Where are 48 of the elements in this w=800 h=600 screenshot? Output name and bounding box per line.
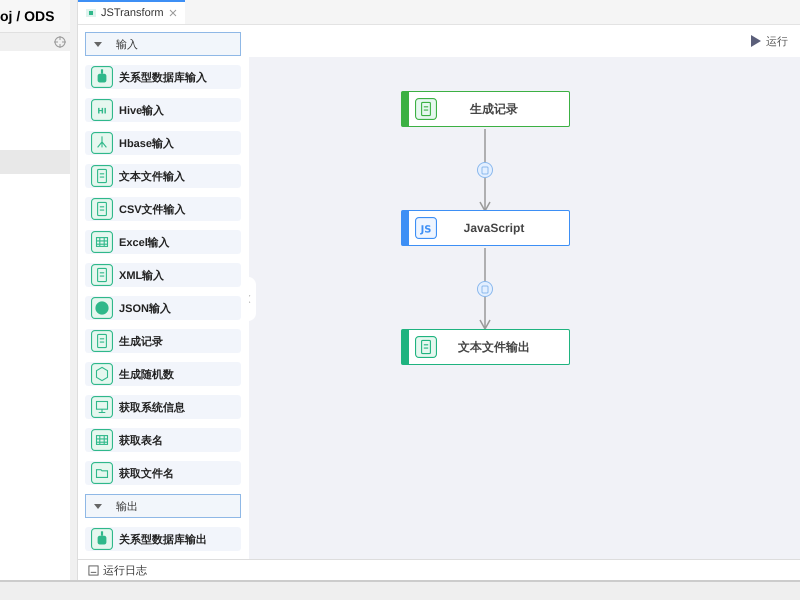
group-header[interactable]: 输入 — [85, 32, 241, 56]
flow-node[interactable]: 文本文件输出 — [401, 329, 570, 365]
palette-item[interactable]: JSON输入 — [85, 296, 241, 320]
monitor-icon — [91, 396, 113, 418]
database-icon — [91, 528, 113, 550]
tab[interactable]: JSTransform — [78, 0, 185, 24]
document-icon — [91, 165, 113, 187]
run-button[interactable]: 运行 — [751, 34, 788, 48]
flow-node[interactable]: JS JavaScript — [401, 210, 570, 246]
table-icon — [91, 231, 113, 253]
caret-icon — [94, 504, 102, 508]
project-title: oj / ODS — [0, 0, 70, 32]
palette-item[interactable]: 生成记录 — [85, 329, 241, 353]
log-tab[interactable]: 运行日志 — [103, 562, 147, 578]
file-icon — [91, 198, 113, 220]
tab-label: JSTransform — [101, 7, 164, 19]
palette-item[interactable]: 关系型数据库输出 — [85, 527, 241, 551]
palette-item[interactable]: CSV文件输入 — [85, 197, 241, 221]
flow-node[interactable]: 生成记录 — [401, 91, 570, 127]
file-icon — [86, 9, 96, 17]
records-icon — [91, 330, 113, 352]
palette-item[interactable]: 关系型数据库输入 — [85, 65, 241, 89]
palette-item[interactable]: 获取系统信息 — [85, 395, 241, 419]
tree-icon — [91, 132, 113, 154]
palette-item[interactable]: Excel输入 — [85, 230, 241, 254]
palette-item[interactable]: 生成随机数 — [85, 362, 241, 386]
target-icon[interactable] — [54, 36, 66, 48]
palette-item[interactable]: Hbase输入 — [85, 131, 241, 155]
search-bar[interactable] — [0, 32, 70, 51]
link-icon[interactable] — [477, 162, 493, 178]
database-icon — [91, 66, 113, 88]
link-icon[interactable] — [477, 281, 493, 297]
palette-item[interactable]: 获取文件名 — [85, 461, 241, 485]
caret-icon — [94, 42, 102, 46]
log-icon — [88, 564, 99, 576]
records-icon — [415, 98, 437, 120]
folder-icon — [91, 462, 113, 484]
cube-icon — [91, 363, 113, 385]
palette-item[interactable]: XML输入 — [85, 263, 241, 287]
palette-item[interactable]: 获取表名 — [85, 428, 241, 452]
palette-item[interactable]: 文本文件输入 — [85, 164, 241, 188]
play-icon — [751, 35, 761, 47]
file-icon — [91, 264, 113, 286]
document-icon — [415, 336, 437, 358]
table-icon — [91, 429, 113, 451]
js-icon: JS — [415, 217, 437, 239]
close-icon[interactable] — [168, 9, 177, 17]
group-header[interactable]: 输出 — [85, 494, 241, 518]
